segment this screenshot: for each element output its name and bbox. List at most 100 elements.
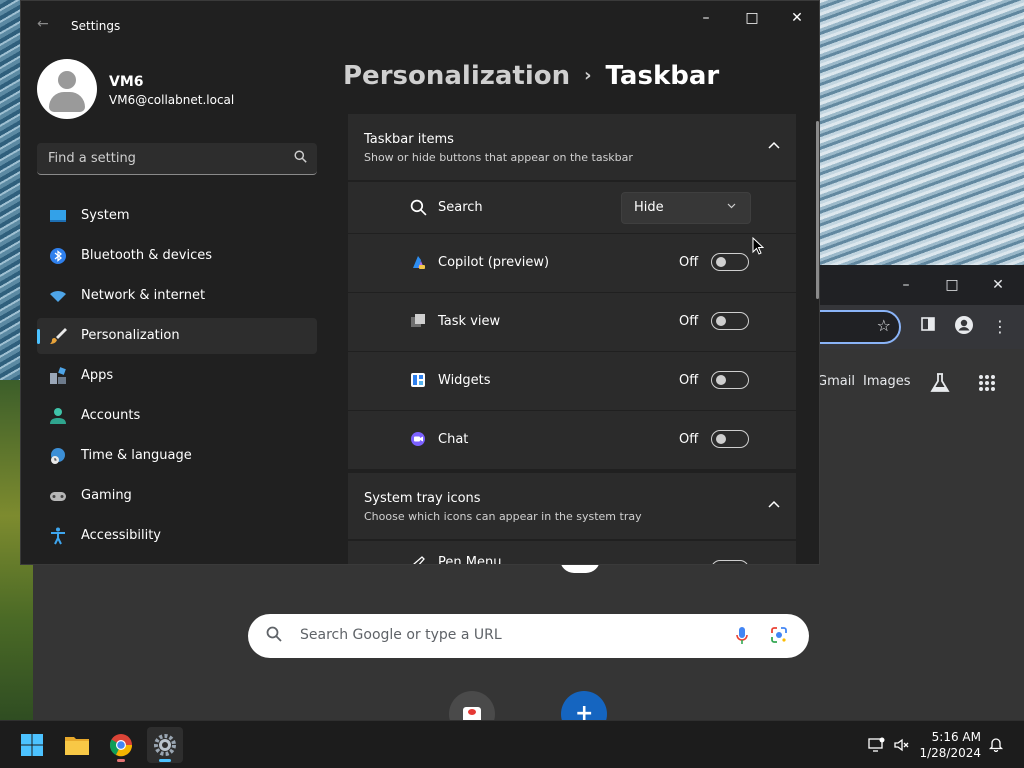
running-indicator bbox=[117, 759, 125, 762]
sidebar-item-accessibility[interactable]: Accessibility bbox=[37, 518, 317, 554]
chat-icon bbox=[410, 431, 426, 447]
breadcrumb-current: Taskbar bbox=[605, 61, 720, 91]
desktop-wallpaper-left bbox=[0, 0, 22, 400]
find-setting-input[interactable]: Find a setting bbox=[37, 143, 317, 175]
search-icon bbox=[266, 626, 286, 646]
system-tray-header[interactable]: System tray icons Choose which icons can… bbox=[348, 473, 796, 539]
desktop-wallpaper-sea bbox=[820, 0, 1024, 265]
chevron-up-icon[interactable] bbox=[768, 497, 780, 508]
avatar-head bbox=[58, 71, 76, 89]
search-visibility-dropdown[interactable]: Hide bbox=[621, 192, 751, 224]
user-name: VM6 bbox=[109, 74, 144, 90]
toggle-state-label: Off bbox=[679, 432, 699, 447]
breadcrumb-parent[interactable]: Personalization bbox=[343, 61, 570, 91]
task-view-toggle[interactable] bbox=[711, 312, 749, 330]
chevron-up-icon[interactable] bbox=[768, 138, 780, 149]
bookmark-star-icon[interactable]: ☆ bbox=[877, 316, 891, 335]
scrollbar-thumb[interactable] bbox=[816, 121, 819, 299]
taskbar-clock[interactable]: 5:16 AM 1/28/2024 bbox=[915, 729, 981, 761]
sidebar-item-personalization[interactable]: Personalization bbox=[37, 318, 317, 354]
widgets-row: Widgets Off bbox=[348, 352, 796, 410]
wifi-icon bbox=[49, 287, 67, 305]
copilot-icon bbox=[410, 254, 426, 270]
dropdown-value: Hide bbox=[634, 200, 664, 215]
row-label: Widgets bbox=[438, 373, 491, 388]
widgets-toggle[interactable] bbox=[711, 371, 749, 389]
search-icon bbox=[410, 199, 427, 216]
sidebar-item-label: Accounts bbox=[81, 408, 141, 423]
chat-toggle[interactable] bbox=[711, 430, 749, 448]
breadcrumb-separator: › bbox=[584, 65, 592, 86]
pen-icon bbox=[410, 555, 426, 564]
start-button[interactable] bbox=[14, 727, 50, 763]
voice-search-icon[interactable] bbox=[736, 626, 748, 646]
apps-grid-icon[interactable] bbox=[978, 374, 996, 396]
sidebar-item-label: Accessibility bbox=[81, 528, 161, 543]
chevron-down-icon bbox=[727, 202, 736, 212]
search-icon[interactable] bbox=[294, 150, 307, 167]
section-subtitle: Show or hide buttons that appear on the … bbox=[364, 151, 633, 164]
avatar[interactable] bbox=[37, 59, 97, 119]
monitor-icon bbox=[49, 207, 67, 225]
clock-date: 1/28/2024 bbox=[919, 746, 981, 760]
task-view-icon bbox=[410, 313, 426, 329]
windows-taskbar: 5:16 AM 1/28/2024 bbox=[0, 720, 1024, 768]
side-panel-icon[interactable] bbox=[916, 315, 940, 339]
sidebar-item-time-language[interactable]: Time & language bbox=[37, 438, 317, 474]
profile-icon[interactable] bbox=[952, 315, 976, 339]
chrome-maximize-button[interactable]: □ bbox=[942, 275, 962, 295]
active-indicator bbox=[159, 759, 171, 762]
google-search-placeholder: Search Google or type a URL bbox=[300, 627, 502, 643]
maximize-button[interactable]: □ bbox=[737, 9, 767, 27]
sidebar-item-network[interactable]: Network & internet bbox=[37, 278, 317, 314]
avatar-body bbox=[49, 92, 85, 112]
network-monitor-icon[interactable] bbox=[867, 736, 885, 754]
paintbrush-icon bbox=[49, 327, 67, 345]
pen-menu-row: Pen Menu bbox=[348, 541, 796, 565]
copilot-row: Copilot (preview) Off bbox=[348, 234, 796, 292]
toggle-state-label: Off bbox=[679, 373, 699, 388]
chrome-close-button[interactable]: ✕ bbox=[988, 275, 1008, 295]
google-search-box[interactable]: Search Google or type a URL bbox=[248, 614, 809, 658]
sidebar-item-apps[interactable]: Apps bbox=[37, 358, 317, 394]
app-title: Settings bbox=[71, 19, 121, 33]
row-label: Search bbox=[438, 200, 483, 215]
toggle-state-label: Off bbox=[679, 314, 699, 329]
sidebar-item-bluetooth[interactable]: Bluetooth & devices bbox=[37, 238, 317, 274]
google-lens-icon[interactable] bbox=[770, 626, 790, 646]
sidebar-item-system[interactable]: System bbox=[37, 198, 317, 234]
chrome-minimize-button[interactable]: – bbox=[896, 275, 916, 295]
file-explorer-icon[interactable] bbox=[59, 727, 95, 763]
chat-row: Chat Off bbox=[348, 411, 796, 469]
sidebar-item-label: Time & language bbox=[81, 448, 192, 463]
back-arrow-icon[interactable]: ← bbox=[37, 16, 49, 32]
sidebar-item-label: Personalization bbox=[81, 328, 180, 343]
taskbar-items-header[interactable]: Taskbar items Show or hide buttons that … bbox=[348, 114, 796, 180]
minimize-button[interactable]: – bbox=[691, 9, 721, 27]
sidebar-item-label: Network & internet bbox=[81, 288, 206, 303]
close-button[interactable]: ✕ bbox=[782, 9, 812, 27]
sidebar-item-label: Bluetooth & devices bbox=[81, 248, 212, 263]
sidebar-item-accounts[interactable]: Accounts bbox=[37, 398, 317, 434]
chrome-taskbar-icon[interactable] bbox=[103, 727, 139, 763]
sidebar-item-gaming[interactable]: Gaming bbox=[37, 478, 317, 514]
settings-window: ← Settings – □ ✕ VM6 VM6@collabnet.local… bbox=[20, 0, 820, 565]
volume-muted-icon[interactable] bbox=[893, 736, 911, 754]
section-title: System tray icons bbox=[364, 491, 481, 506]
gmail-link[interactable]: Gmail bbox=[817, 374, 855, 389]
pen-menu-toggle[interactable] bbox=[711, 560, 749, 564]
row-label: Copilot (preview) bbox=[438, 255, 550, 270]
user-email: VM6@collabnet.local bbox=[109, 93, 235, 107]
task-view-row: Task view Off bbox=[348, 293, 796, 351]
images-link[interactable]: Images bbox=[863, 374, 911, 389]
accessibility-icon bbox=[49, 527, 67, 545]
apps-icon bbox=[49, 367, 67, 385]
labs-flask-icon[interactable] bbox=[929, 372, 951, 398]
settings-taskbar-icon[interactable] bbox=[147, 727, 183, 763]
section-subtitle: Choose which icons can appear in the sys… bbox=[364, 510, 642, 523]
row-label: Pen Menu bbox=[438, 555, 502, 565]
notification-bell-icon[interactable] bbox=[987, 736, 1005, 754]
chrome-menu-icon[interactable]: ⋮ bbox=[988, 315, 1012, 339]
sidebar-item-label: Gaming bbox=[81, 488, 132, 503]
copilot-toggle[interactable] bbox=[711, 253, 749, 271]
